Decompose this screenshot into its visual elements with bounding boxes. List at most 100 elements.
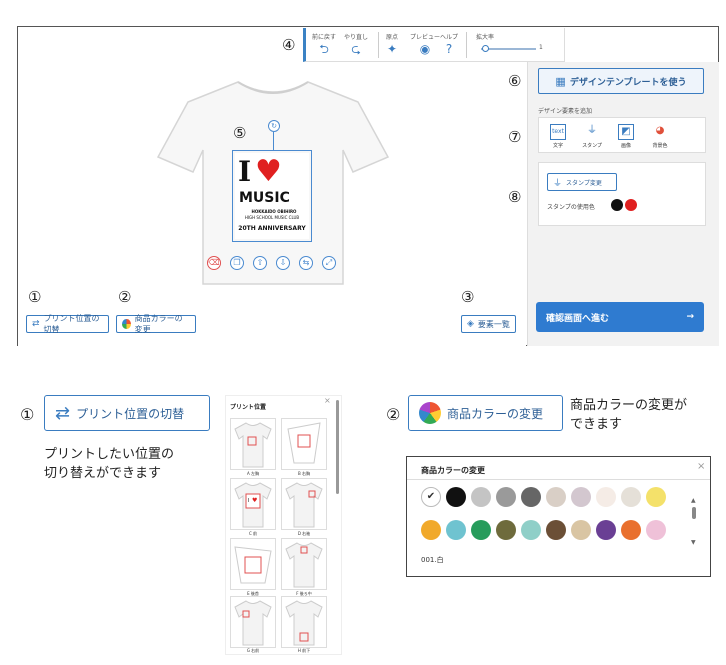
color-swatch[interactable] <box>446 520 466 540</box>
color-swatch[interactable] <box>521 487 541 507</box>
add-color-button[interactable]: ◕ 背景色 <box>645 124 675 149</box>
add-element-title: デザイン要素を追加 <box>538 108 593 115</box>
undo-icon: ⮌ <box>319 42 329 56</box>
tshirt-thumbnail <box>234 600 272 646</box>
stamp-color-swatch[interactable] <box>611 199 623 211</box>
close-icon[interactable]: × <box>697 461 705 472</box>
add-image-label: 画像 <box>620 143 631 149</box>
flip-icon[interactable]: ⇆ <box>299 256 313 270</box>
scroll-down-icon[interactable]: ▼ <box>691 539 696 546</box>
color-swatch[interactable] <box>446 487 466 507</box>
stamp-color-swatch[interactable] <box>625 199 637 211</box>
design-canvas[interactable]: I ♥ MUSIC HOKKAIDO OBIHIRO HIGH SCHOOL M… <box>18 62 526 346</box>
callout-5: ⑤ <box>233 124 247 142</box>
palette-icon: ◕ <box>655 125 665 136</box>
print-desc-line-1: プリントしたい位置の <box>44 447 175 462</box>
design-selection-box[interactable]: I ♥ MUSIC HOKKAIDO OBIHIRO HIGH SCHOOL M… <box>232 150 312 242</box>
layer-up-icon[interactable]: ⇧ <box>253 256 267 270</box>
eye-icon: ◉ <box>419 42 431 56</box>
toolbar-divider <box>378 32 379 58</box>
print-position-option[interactable] <box>281 478 327 530</box>
product-color-button-large[interactable]: 商品カラーの変更 <box>408 395 563 431</box>
duplicate-icon[interactable]: ❐ <box>230 256 244 270</box>
preview-label: プレビュー <box>410 34 441 41</box>
add-stamp-button[interactable]: ⏚ スタンプ <box>577 124 607 149</box>
print-switch-button-large[interactable]: ⇄ プリント位置の切替 <box>44 395 210 431</box>
stamp-colors-label: スタンプの使用色 <box>547 204 595 211</box>
editor-toolbar: 前に戻す ⮌ やり直し ⮎ 原点 ✦ プレビュー ◉ ヘルプ ? 拡大率 1 <box>303 28 565 62</box>
tshirt-thumbnail <box>285 482 323 528</box>
color-swatch[interactable] <box>546 520 566 540</box>
delete-icon[interactable]: ⌫ <box>207 256 221 270</box>
origin-label: 原点 <box>386 34 399 41</box>
stamp-change-label: スタンプ変更 <box>566 179 602 187</box>
color-swatch[interactable] <box>471 520 491 540</box>
preview-button[interactable]: プレビュー ◉ <box>410 32 440 57</box>
rotate-handle-icon[interactable]: ↻ <box>268 120 280 132</box>
color-swatch[interactable] <box>621 520 641 540</box>
print-position-label: H 前下 <box>297 648 311 653</box>
product-color-label: 商品カラーの変更 <box>134 314 183 334</box>
help-button[interactable]: ヘルプ ? <box>440 32 458 57</box>
product-color-button[interactable]: 商品カラーの変更 <box>116 314 196 334</box>
dialog-divider <box>407 479 710 480</box>
confirm-button[interactable]: 確認画面へ進む → <box>536 302 704 332</box>
color-swatch[interactable] <box>496 520 516 540</box>
color-swatch[interactable] <box>621 487 641 507</box>
add-stamp-label: スタンプ <box>582 143 602 149</box>
print-position-option[interactable] <box>281 538 327 590</box>
scroll-up-icon[interactable]: ▲ <box>691 497 696 504</box>
color-swatch[interactable] <box>546 487 566 507</box>
stamp-icon: ⏚ <box>553 178 563 189</box>
close-icon[interactable]: × <box>324 396 331 405</box>
print-position-option[interactable] <box>230 418 276 470</box>
undo-button[interactable]: 前に戻す ⮌ <box>312 32 336 57</box>
product-color-description: 商品カラーの変更が できます <box>570 396 687 434</box>
zoom-slider[interactable] <box>481 48 536 50</box>
print-switch-button[interactable]: ⇄ プリント位置の切替 <box>26 314 109 334</box>
color-swatch[interactable] <box>521 520 541 540</box>
editor-window: 前に戻す ⮌ やり直し ⮎ 原点 ✦ プレビュー ◉ ヘルプ ? 拡大率 1 ④ <box>17 26 719 346</box>
scrollbar[interactable] <box>336 400 339 494</box>
scrollbar[interactable] <box>692 507 696 519</box>
zoom-slider-handle[interactable] <box>482 45 489 52</box>
stamp-change-button[interactable]: ⏚ スタンプ変更 <box>547 173 617 191</box>
color-swatch[interactable] <box>646 487 666 507</box>
origin-button[interactable]: 原点 ✦ <box>386 32 398 57</box>
add-image-button[interactable]: ◩ 画像 <box>611 124 641 149</box>
layer-down-icon[interactable]: ⇩ <box>276 256 290 270</box>
design-template-label: デザインテンプレートを使う <box>569 77 687 88</box>
callout-1-explain: ① <box>20 405 35 424</box>
print-position-title: プリント位置 <box>230 404 267 411</box>
print-position-label: C 前 <box>248 531 258 536</box>
design-line-3: HOKKAIDO OBIHIRO <box>251 209 297 214</box>
color-swatch[interactable] <box>421 520 441 540</box>
color-swatch[interactable] <box>596 487 616 507</box>
print-position-option[interactable] <box>281 418 327 470</box>
print-switch-description: プリントしたい位置の 切り替えができます <box>44 445 174 483</box>
color-swatch[interactable] <box>471 487 491 507</box>
print-position-option[interactable] <box>281 596 327 648</box>
confirm-label: 確認画面へ進む <box>546 313 610 324</box>
print-position-option[interactable] <box>230 596 276 648</box>
print-position-option[interactable] <box>230 538 276 590</box>
color-wheel-icon <box>122 319 131 329</box>
add-text-button[interactable]: text 文字 <box>543 124 573 149</box>
print-position-option[interactable]: I ♥ <box>230 478 276 530</box>
zoom-label: 拡大率 <box>476 34 495 41</box>
redo-button[interactable]: やり直し ⮎ <box>344 32 368 57</box>
redo-label: やり直し <box>344 34 369 41</box>
color-swatch[interactable] <box>496 487 516 507</box>
fit-icon[interactable]: ⤢ <box>322 256 336 270</box>
design-template-button[interactable]: ▦ デザインテンプレートを使う <box>538 68 704 94</box>
design-music: MUSIC <box>239 190 290 206</box>
print-position-label: B 右胸 <box>297 471 310 476</box>
color-swatch[interactable] <box>596 520 616 540</box>
question-icon: ? <box>445 42 453 56</box>
color-swatch[interactable] <box>646 520 666 540</box>
color-wheel-icon <box>419 402 441 424</box>
color-swatch[interactable] <box>571 487 591 507</box>
elements-list-button[interactable]: ◈ 要素一覧 <box>461 315 516 333</box>
tshirt-thumbnail: I ♥ <box>234 482 272 528</box>
color-swatch[interactable] <box>571 520 591 540</box>
